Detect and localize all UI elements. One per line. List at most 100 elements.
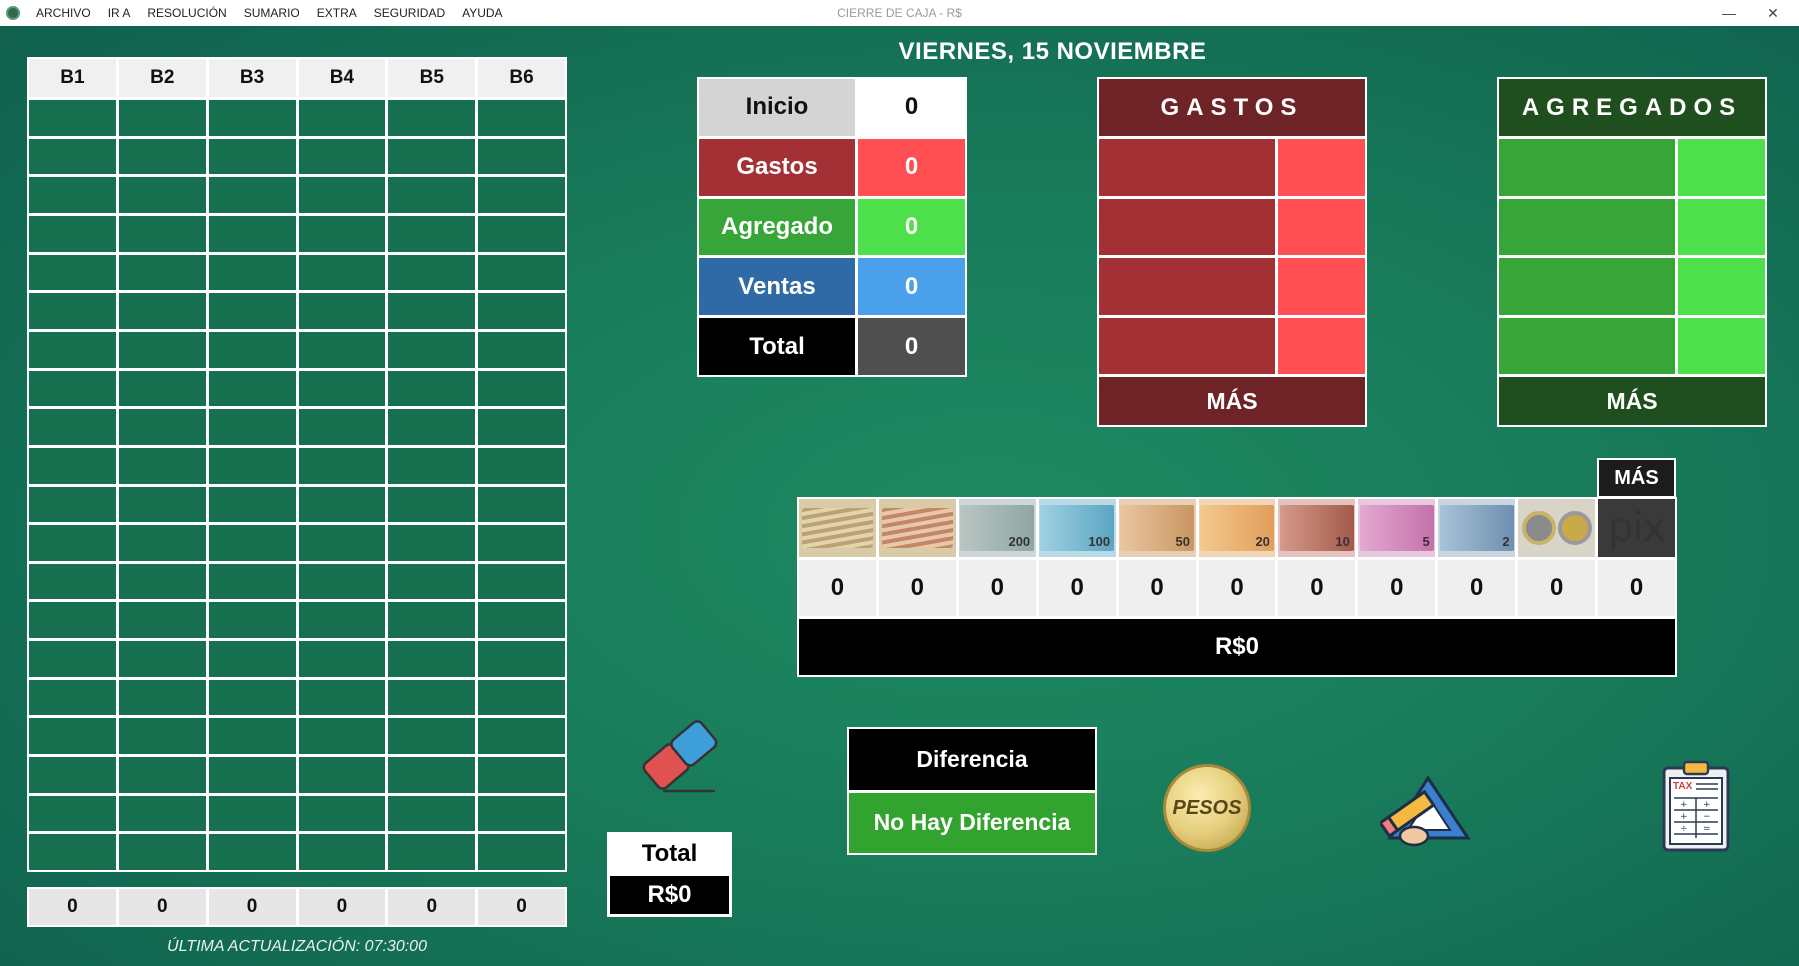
count-bundle-1[interactable]: 0 xyxy=(799,560,876,616)
count-note-100[interactable]: 0 xyxy=(1038,560,1116,616)
grid-cell[interactable] xyxy=(29,370,116,407)
grid-cell[interactable] xyxy=(29,138,116,175)
gastos-name-cell[interactable] xyxy=(1099,258,1275,315)
grid-cell[interactable] xyxy=(298,486,386,523)
grid-cell[interactable] xyxy=(478,138,565,175)
grid-cell[interactable] xyxy=(29,447,116,484)
grid-cell[interactable] xyxy=(388,254,476,291)
grid-cell[interactable] xyxy=(298,254,386,291)
summary-value-inicio[interactable]: 0 xyxy=(858,79,965,136)
grid-cell[interactable] xyxy=(118,563,206,600)
minimize-icon[interactable]: — xyxy=(1707,0,1751,26)
grid-cell[interactable] xyxy=(118,293,206,329)
grid-cell[interactable] xyxy=(118,525,206,561)
grid-cell[interactable] xyxy=(118,100,206,136)
grid-cell[interactable] xyxy=(208,795,296,832)
grid-cell[interactable] xyxy=(298,331,386,368)
menu-resolucion[interactable]: RESOLUCIÓN xyxy=(147,6,226,20)
count-bundle-2[interactable]: 0 xyxy=(878,560,956,616)
count-pix[interactable]: 0 xyxy=(1598,560,1675,616)
grid-cell[interactable] xyxy=(388,331,476,368)
coins-icon[interactable] xyxy=(1518,499,1596,557)
grid-cell[interactable] xyxy=(298,293,386,329)
grid-cell[interactable] xyxy=(29,795,116,832)
grid-cell[interactable] xyxy=(298,757,386,793)
grid-cell[interactable] xyxy=(388,370,476,407)
grid-cell[interactable] xyxy=(298,563,386,600)
grid-cell[interactable] xyxy=(478,602,565,639)
grid-cell[interactable] xyxy=(388,757,476,793)
grid-cell[interactable] xyxy=(478,525,565,561)
gastos-name-cell[interactable] xyxy=(1099,198,1275,255)
grid-cell[interactable] xyxy=(208,447,296,484)
grid-cell[interactable] xyxy=(478,795,565,832)
grid-cell[interactable] xyxy=(118,215,206,252)
grid-cell[interactable] xyxy=(478,215,565,252)
eraser-icon[interactable] xyxy=(635,715,725,795)
grid-cell[interactable] xyxy=(208,563,296,600)
menu-seguridad[interactable]: SEGURIDAD xyxy=(374,6,445,20)
grid-cell[interactable] xyxy=(388,138,476,175)
grid-cell[interactable] xyxy=(298,834,386,870)
grid-cell[interactable] xyxy=(208,409,296,445)
note-200-icon[interactable]: 200 xyxy=(958,499,1036,557)
grid-cell[interactable] xyxy=(29,409,116,445)
gastos-amount-cell[interactable] xyxy=(1278,317,1365,374)
agregados-more-button[interactable]: MÁS xyxy=(1499,377,1765,425)
menu-extra[interactable]: EXTRA xyxy=(317,6,357,20)
grid-cell[interactable] xyxy=(29,486,116,523)
grid-cell[interactable] xyxy=(29,718,116,755)
grid-cell[interactable] xyxy=(298,795,386,832)
grid-cell[interactable] xyxy=(298,409,386,445)
grid-cell[interactable] xyxy=(478,100,565,136)
note-5-icon[interactable]: 5 xyxy=(1358,499,1436,557)
gastos-amount-cell[interactable] xyxy=(1278,258,1365,315)
note-10-icon[interactable]: 10 xyxy=(1278,499,1356,557)
grid-cell[interactable] xyxy=(118,370,206,407)
grid-cell[interactable] xyxy=(118,331,206,368)
grid-cell[interactable] xyxy=(388,563,476,600)
grid-cell[interactable] xyxy=(478,757,565,793)
gastos-more-button[interactable]: MÁS xyxy=(1099,377,1365,425)
grid-cell[interactable] xyxy=(388,795,476,832)
grid-cell[interactable] xyxy=(298,525,386,561)
grid-cell[interactable] xyxy=(478,486,565,523)
grid-cell[interactable] xyxy=(208,177,296,213)
count-note-2[interactable]: 0 xyxy=(1438,560,1516,616)
agregados-name-cell[interactable] xyxy=(1499,317,1675,374)
grid-cell[interactable] xyxy=(298,602,386,639)
close-icon[interactable]: ✕ xyxy=(1751,0,1795,26)
agregados-amount-cell[interactable] xyxy=(1678,198,1765,255)
grid-cell[interactable] xyxy=(298,215,386,252)
grid-cell[interactable] xyxy=(29,100,116,136)
grid-cell[interactable] xyxy=(118,757,206,793)
bundle-icon[interactable] xyxy=(878,499,956,557)
grid-cell[interactable] xyxy=(208,679,296,716)
grid-cell[interactable] xyxy=(478,370,565,407)
grid-cell[interactable] xyxy=(478,718,565,755)
agregados-amount-cell[interactable] xyxy=(1678,317,1765,374)
grid-cell[interactable] xyxy=(388,834,476,870)
note-2-icon[interactable]: 2 xyxy=(1438,499,1516,557)
grid-cell[interactable] xyxy=(388,602,476,639)
grid-cell[interactable] xyxy=(388,718,476,755)
grid-cell[interactable] xyxy=(298,177,386,213)
grid-cell[interactable] xyxy=(298,679,386,716)
grid-cell[interactable] xyxy=(298,718,386,755)
menu-ir-a[interactable]: IR A xyxy=(108,6,131,20)
grid-cell[interactable] xyxy=(208,293,296,329)
bundle-icon[interactable] xyxy=(799,499,876,557)
grid-cell[interactable] xyxy=(208,641,296,677)
count-note-20[interactable]: 0 xyxy=(1198,560,1276,616)
grid-cell[interactable] xyxy=(208,331,296,368)
grid-cell[interactable] xyxy=(298,370,386,407)
grid-cell[interactable] xyxy=(208,757,296,793)
grid-cell[interactable] xyxy=(478,641,565,677)
note-50-icon[interactable]: 50 xyxy=(1118,499,1196,557)
agregados-amount-cell[interactable] xyxy=(1678,139,1765,196)
grid-cell[interactable] xyxy=(29,525,116,561)
grid-cell[interactable] xyxy=(118,834,206,870)
grid-cell[interactable] xyxy=(208,525,296,561)
tax-clipboard-icon[interactable]: TAX + + + − ÷ = xyxy=(1660,758,1732,854)
grid-cell[interactable] xyxy=(29,293,116,329)
